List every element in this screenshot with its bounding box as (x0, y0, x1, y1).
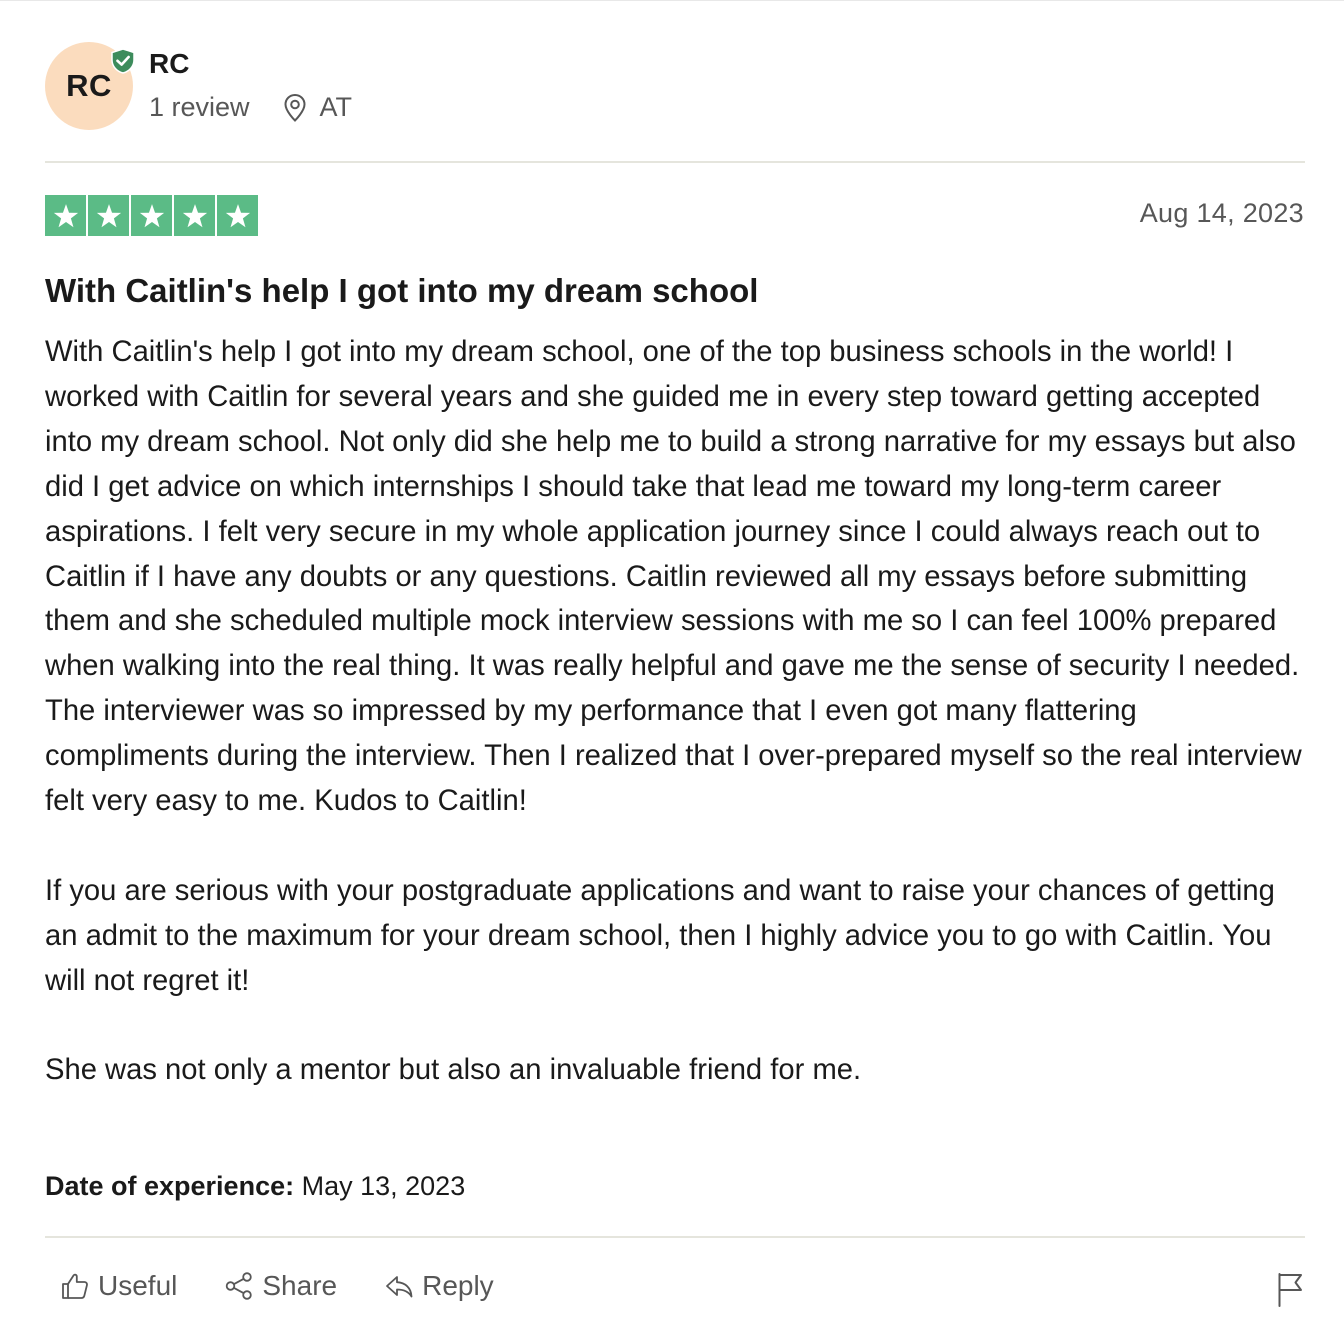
review-title[interactable]: With Caitlin's help I got into my dream … (45, 270, 758, 312)
reviewer-name[interactable]: RC (149, 46, 352, 82)
thumbs-up-icon (62, 1273, 88, 1299)
review-count: 1 review (149, 92, 250, 122)
location-code: AT (319, 92, 353, 122)
experience-label: Date of experience: (45, 1171, 295, 1201)
star-icon (217, 195, 258, 236)
shield-check-icon (111, 48, 135, 74)
reply-arrow-icon (386, 1276, 413, 1298)
star-icon (131, 195, 172, 236)
review-actions: Useful Share Reply (60, 1270, 541, 1302)
share-label: Share (262, 1270, 338, 1301)
date-of-experience: Date of experience: May 13, 2023 (45, 1168, 465, 1204)
experience-date: May 13, 2023 (301, 1171, 466, 1201)
avatar[interactable]: RC (45, 42, 135, 130)
avatar-initials: RC (66, 68, 112, 103)
share-icon (226, 1272, 253, 1300)
useful-button[interactable]: Useful (60, 1270, 177, 1302)
review-body: With Caitlin's help I got into my dream … (45, 330, 1307, 1093)
star-icon (88, 195, 129, 236)
star-icon (174, 195, 215, 236)
header-divider (45, 161, 1305, 163)
share-button[interactable]: Share (224, 1270, 337, 1302)
reviewer-meta: RC 1 review AT (149, 46, 352, 123)
review-paragraph: If you are serious with your postgraduat… (45, 874, 1275, 997)
map-pin-icon (284, 93, 306, 122)
actions-divider (45, 1236, 1305, 1238)
review-paragraph: She was not only a mentor but also an in… (45, 1054, 862, 1087)
reply-label: Reply (422, 1270, 494, 1301)
reviewer-details: 1 review AT (149, 92, 352, 123)
review-card: RC RC 1 review AT Aug 14, 2023 With Cait… (0, 0, 1344, 1330)
star-icon (45, 195, 86, 236)
star-rating (45, 195, 258, 236)
reviewer-header: RC RC 1 review AT (45, 42, 352, 130)
review-date: Aug 14, 2023 (1139, 198, 1304, 228)
useful-label: Useful (98, 1270, 178, 1301)
flag-icon[interactable] (1276, 1272, 1304, 1308)
reply-button[interactable]: Reply (384, 1270, 494, 1302)
review-paragraph: With Caitlin's help I got into my dream … (45, 336, 1302, 818)
reviewer-location: AT (282, 92, 353, 123)
